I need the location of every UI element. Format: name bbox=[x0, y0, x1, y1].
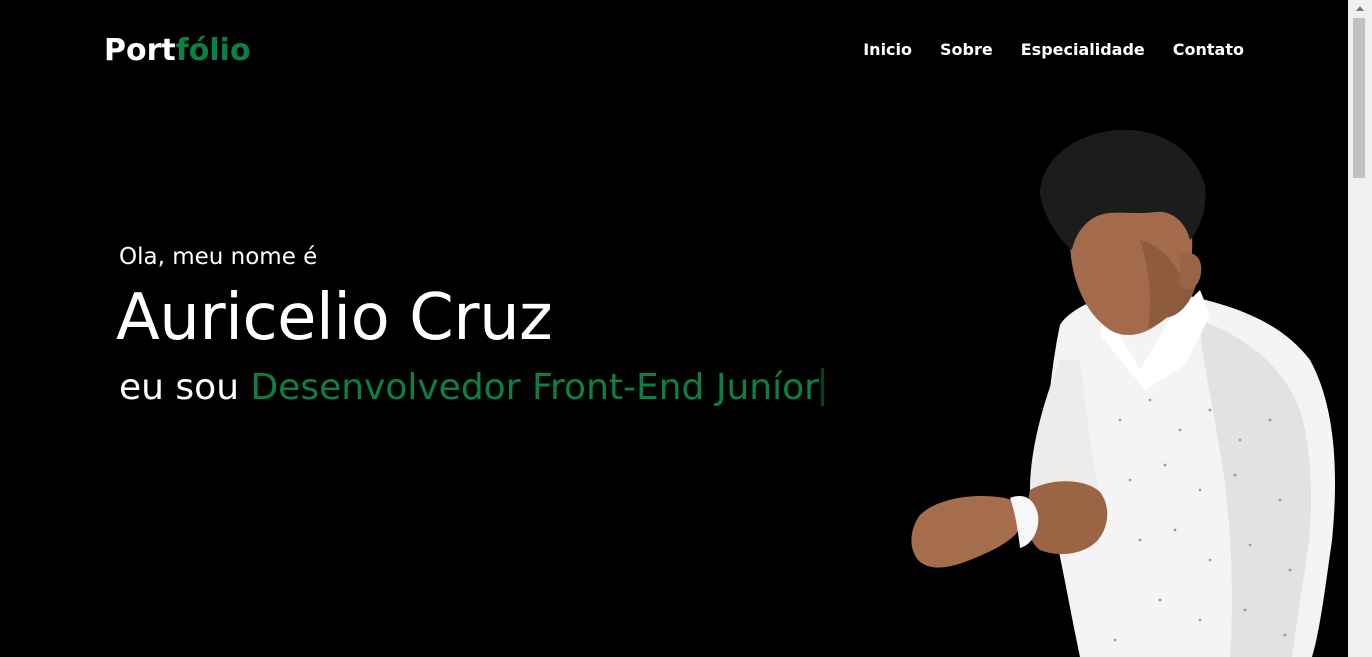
nav-link-especialidade[interactable]: Especialidade bbox=[1021, 40, 1145, 60]
logo[interactable]: Portfólio bbox=[104, 32, 251, 70]
portfolio-page: Portfólio Inicio Sobre Especialidade Con… bbox=[0, 0, 1372, 657]
nav-link-contato[interactable]: Contato bbox=[1173, 40, 1244, 60]
nav-link-sobre[interactable]: Sobre bbox=[940, 40, 993, 60]
chevron-up-icon[interactable] bbox=[1356, 6, 1364, 11]
main-nav: Inicio Sobre Especialidade Contato bbox=[863, 40, 1244, 60]
hero-role-line: eu sou Desenvolvedor Front-End Juníor bbox=[119, 366, 824, 410]
nav-link-inicio[interactable]: Inicio bbox=[863, 40, 912, 60]
hero-role: Desenvolvedor Front-End Juníor bbox=[250, 367, 819, 408]
hero-intro: Ola, meu nome é bbox=[119, 244, 318, 270]
hero-role-prefix: eu sou bbox=[119, 367, 251, 408]
scrollbar-thumb[interactable] bbox=[1353, 18, 1365, 178]
typing-cursor bbox=[820, 368, 824, 406]
logo-accent: fólio bbox=[175, 33, 251, 68]
profile-photo bbox=[911, 129, 1336, 657]
logo-main: Port bbox=[104, 33, 176, 68]
vertical-scrollbar[interactable] bbox=[1348, 0, 1372, 657]
hero-name: Auricelio Cruz bbox=[116, 281, 553, 355]
